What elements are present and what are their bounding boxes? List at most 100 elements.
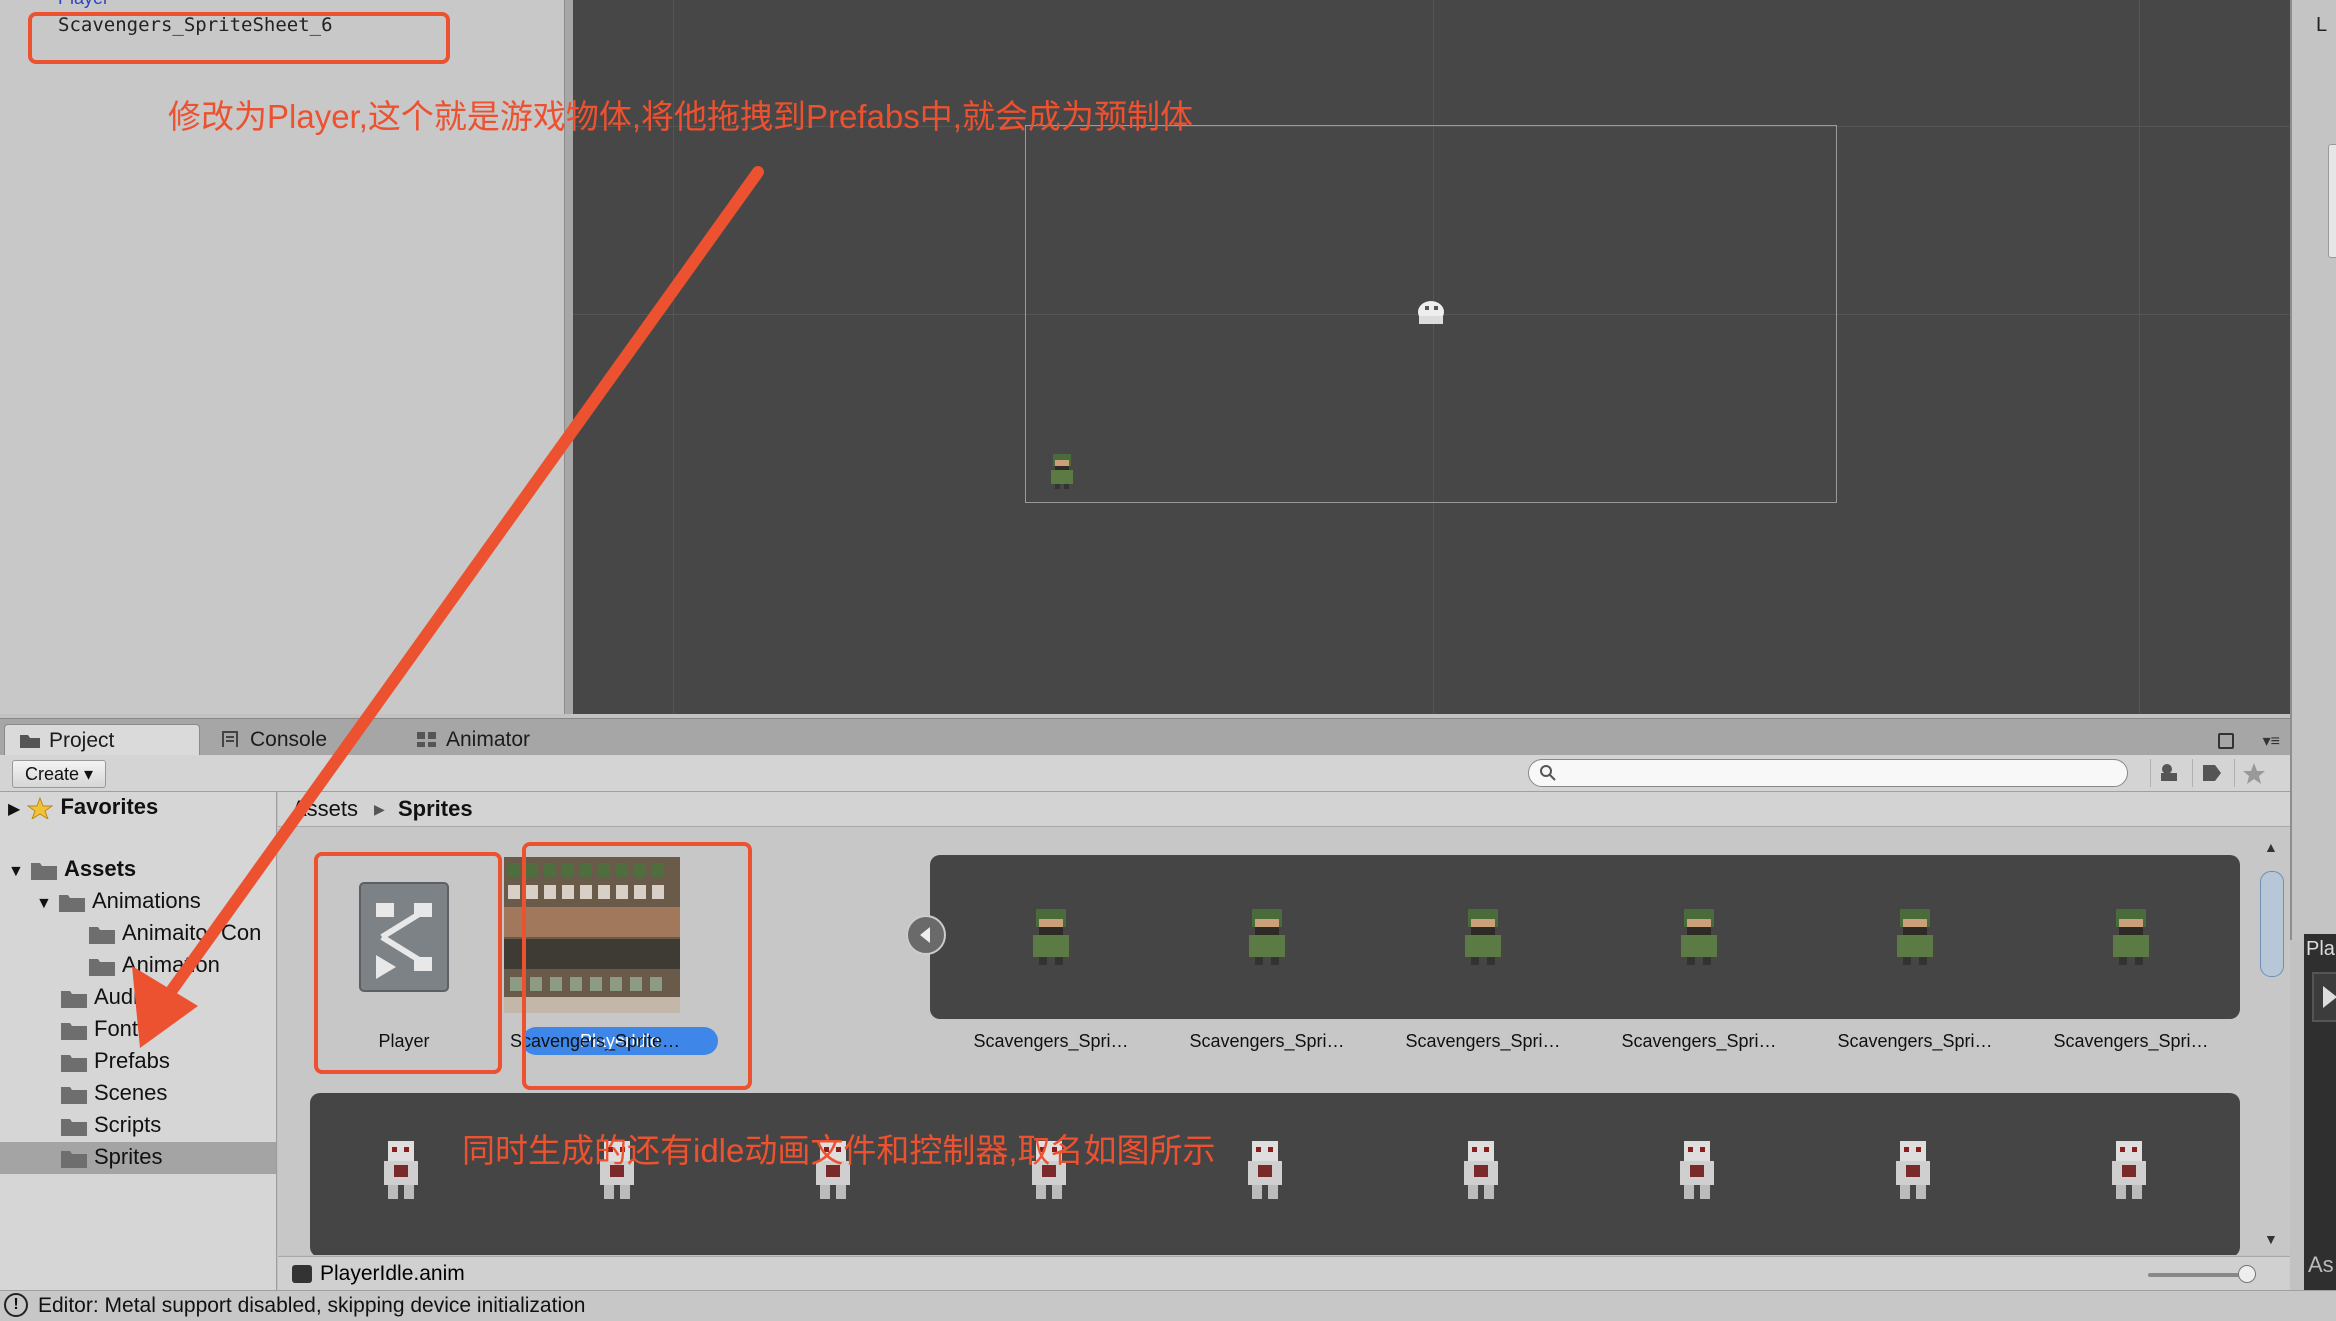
tag-icon [2203,765,2221,781]
folder-icon [61,991,87,1009]
tab-animator[interactable]: Animator [402,724,616,755]
editor-status-bar: ! Editor: Metal support disabled, skippi… [0,1290,2336,1321]
filter-by-type-button[interactable] [2150,759,2189,787]
annotation-rename-hint: 修改为Player,这个就是游戏物体,将他拖拽到Prefabs中,就会成为预制体 [168,98,1193,135]
animation-clip-icon [292,1265,312,1283]
tree-item-scripts[interactable]: Scripts [60,1110,161,1140]
tree-item-animations[interactable]: ▼ Animations [36,886,201,916]
folder-icon [61,1023,87,1041]
project-status-row: PlayerIdle.anim [278,1256,2290,1291]
scroll-thumb[interactable] [2260,871,2284,977]
filter-type-icon [2161,764,2177,781]
folder-icon [30,863,57,881]
star-icon [2243,763,2265,784]
tab-console-label: Console [250,728,328,751]
sprite-zombie-frame-icon[interactable] [1240,1137,1292,1203]
sprite-zombie-frame-icon[interactable] [1888,1137,1940,1203]
sprite-player-frame-icon[interactable] [1672,905,1726,967]
tree-item-prefabs[interactable]: Prefabs [60,1046,170,1076]
annotation-box-player [314,852,502,1074]
sprite-zombie-frame-icon[interactable] [2104,1137,2156,1203]
panel-menu-icon[interactable]: ▾≡ [2263,731,2280,751]
collapse-sprites-button[interactable] [906,915,946,955]
search-icon [1540,765,1556,781]
tree-item-scenes[interactable]: Scenes [60,1078,167,1108]
folder-icon [61,1151,87,1169]
icon-size-slider-knob[interactable] [2238,1265,2256,1283]
expand-arrow-icon[interactable]: ▶ [8,801,20,818]
tab-console[interactable]: Console [206,724,400,755]
tab-animator-label: Animator [446,728,531,751]
bottom-tab-bar: Project Console Animator ▾≡ [0,718,2290,756]
asset-label-sprite: Scavengers_Spri… [1189,1031,1345,1051]
folder-icon [20,735,40,748]
sprite-player-frame-icon[interactable] [1456,905,1510,967]
filter-by-label-button[interactable] [2192,759,2231,787]
tree-item-sprites[interactable]: Sprites [60,1142,162,1172]
folder-icon [61,1087,87,1105]
favorites-label: Favorites [60,794,159,819]
asset-label-sprite: Scavengers_Spri… [1837,1031,1993,1051]
tree-item-audio[interactable]: Audio [60,982,150,1012]
project-folder-tree: ▶ Favorites ▼ Assets ▼ Animations Animai… [0,792,277,1290]
asset-label-sprite: Scavengers_Spri… [1621,1031,1777,1051]
breadcrumb: Assets ▶ Sprites [278,792,2290,827]
folder-icon [61,1119,87,1137]
sprite-player-frame-icon[interactable] [1888,905,1942,967]
sprite-player-frame-icon[interactable] [1024,905,1078,967]
breadcrumb-assets[interactable]: Assets [292,792,358,826]
tree-item-animation[interactable]: Animation [88,950,220,980]
play-icon[interactable] [2312,972,2336,1022]
scroll-down-icon[interactable]: ▼ [2264,1231,2278,1247]
sprite-strip-player [930,855,2240,1019]
inspector-scroll-tab[interactable] [2328,144,2336,258]
tree-item-favorites[interactable]: ▶ Favorites [8,792,158,822]
ghost-sprite-icon[interactable] [1411,292,1451,328]
scroll-up-icon[interactable]: ▲ [2264,839,2278,855]
expand-arrow-icon[interactable]: ▼ [36,895,52,912]
tab-project-label: Project [49,729,115,752]
asset-label-sprite: Scavengers_Spri… [2053,1031,2209,1051]
asset-grid-scrollbar[interactable]: ▲ ▼ [2258,835,2286,1255]
status-message: Editor: Metal support disabled, skipping… [38,1294,586,1317]
tree-item-label: Audio [94,984,151,1009]
sprite-player-frame-icon[interactable] [2104,905,2158,967]
expand-arrow-icon[interactable]: ▼ [8,863,24,880]
search-input[interactable] [1528,759,2128,787]
game-panel-label: Pla [2306,938,2335,960]
tree-item-label: Animation [122,952,220,977]
tree-item-label: Sprites [94,1144,163,1169]
tree-item-label: Animations [91,888,201,913]
annotation-generated-hint: 同时生成的还有idle动画文件和控制器,取名如图所示 [462,1132,1216,1169]
asset-label-sprite: Scavengers_Spri… [973,1031,1129,1051]
sprite-zombie-frame-icon[interactable] [1672,1137,1724,1203]
sprite-zombie-frame-icon[interactable] [376,1137,428,1203]
tree-item-label: Prefabs [94,1048,170,1073]
hierarchy-item-player[interactable]: Player [58,0,109,9]
folder-icon [89,927,115,945]
sprite-player-frame-icon[interactable] [1240,905,1294,967]
favorites-filter-button[interactable] [2234,759,2273,787]
lock-icon[interactable] [2218,733,2234,749]
tree-item-fonts[interactable]: Fonts [60,1014,149,1044]
tree-item-assets[interactable]: ▼ Assets [8,854,136,884]
folder-icon [58,895,85,913]
tree-item-label: Scripts [94,1112,162,1137]
console-icon [222,731,238,747]
warning-icon: ! [4,1293,28,1317]
animator-icon [417,732,436,747]
breadcrumb-sprites[interactable]: Sprites [398,792,473,826]
star-icon [26,797,54,820]
tab-project[interactable]: Project [4,724,200,756]
breadcrumb-separator-icon: ▶ [374,801,385,817]
tree-item-animator-controllers[interactable]: Animaitor Con [88,918,261,948]
create-button[interactable]: Create ▾ [12,760,107,788]
inspector-edge-label: L [2316,14,2328,36]
player-sprite-icon[interactable] [1045,452,1079,490]
folder-icon [89,959,115,977]
annotation-box-player-idle [522,842,752,1090]
asset-label-sprite: Scavengers_Spri… [1405,1031,1561,1051]
sprite-zombie-frame-icon[interactable] [1456,1137,1508,1203]
tree-item-label: Animaitor Con [122,920,262,945]
annotation-box-name [28,12,450,64]
